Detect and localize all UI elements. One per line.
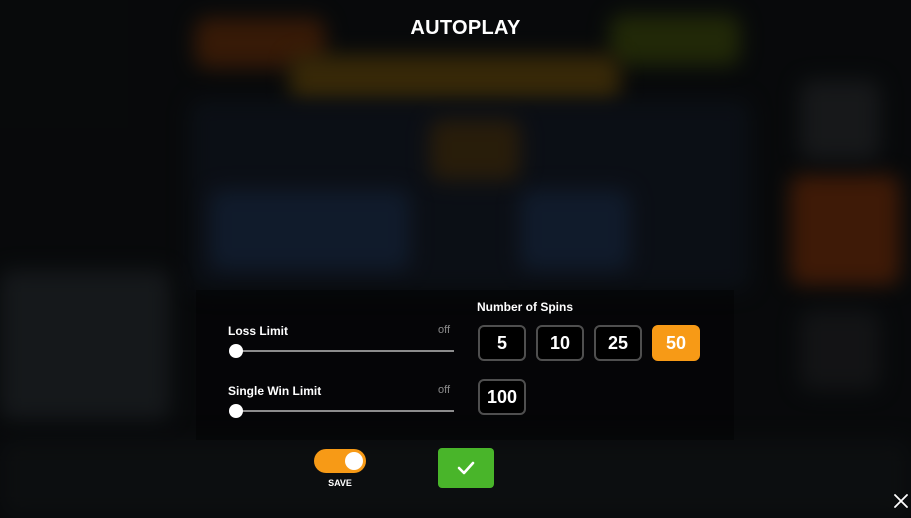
spins-option-10[interactable]: 10 (536, 325, 584, 361)
close-icon[interactable] (892, 492, 910, 510)
autoplay-title: AUTOPLAY (410, 17, 521, 39)
save-toggle[interactable] (314, 449, 366, 473)
check-icon (457, 461, 475, 475)
spins-option-100[interactable]: 100 (478, 379, 526, 415)
spins-option-50[interactable]: 50 (652, 325, 700, 361)
loss-limit-slider-knob[interactable] (229, 344, 243, 358)
single-win-limit-label: Single Win Limit (228, 384, 322, 398)
single-win-limit-slider-knob[interactable] (229, 404, 243, 418)
game-background (0, 0, 911, 518)
loss-limit-slider-track[interactable] (230, 350, 454, 352)
spins-option-5[interactable]: 5 (478, 325, 526, 361)
loss-limit-value: off (438, 324, 451, 336)
loss-limit-label: Loss Limit (228, 324, 289, 338)
number-of-spins-label: Number of Spins (477, 300, 574, 314)
autoplay-panel (196, 290, 734, 440)
save-label: SAVE (328, 478, 352, 488)
save-toggle-knob (345, 452, 363, 470)
single-win-limit-value: off (438, 384, 451, 396)
confirm-button[interactable] (438, 448, 494, 488)
spins-option-25[interactable]: 25 (594, 325, 642, 361)
single-win-limit-slider-track[interactable] (230, 410, 454, 412)
